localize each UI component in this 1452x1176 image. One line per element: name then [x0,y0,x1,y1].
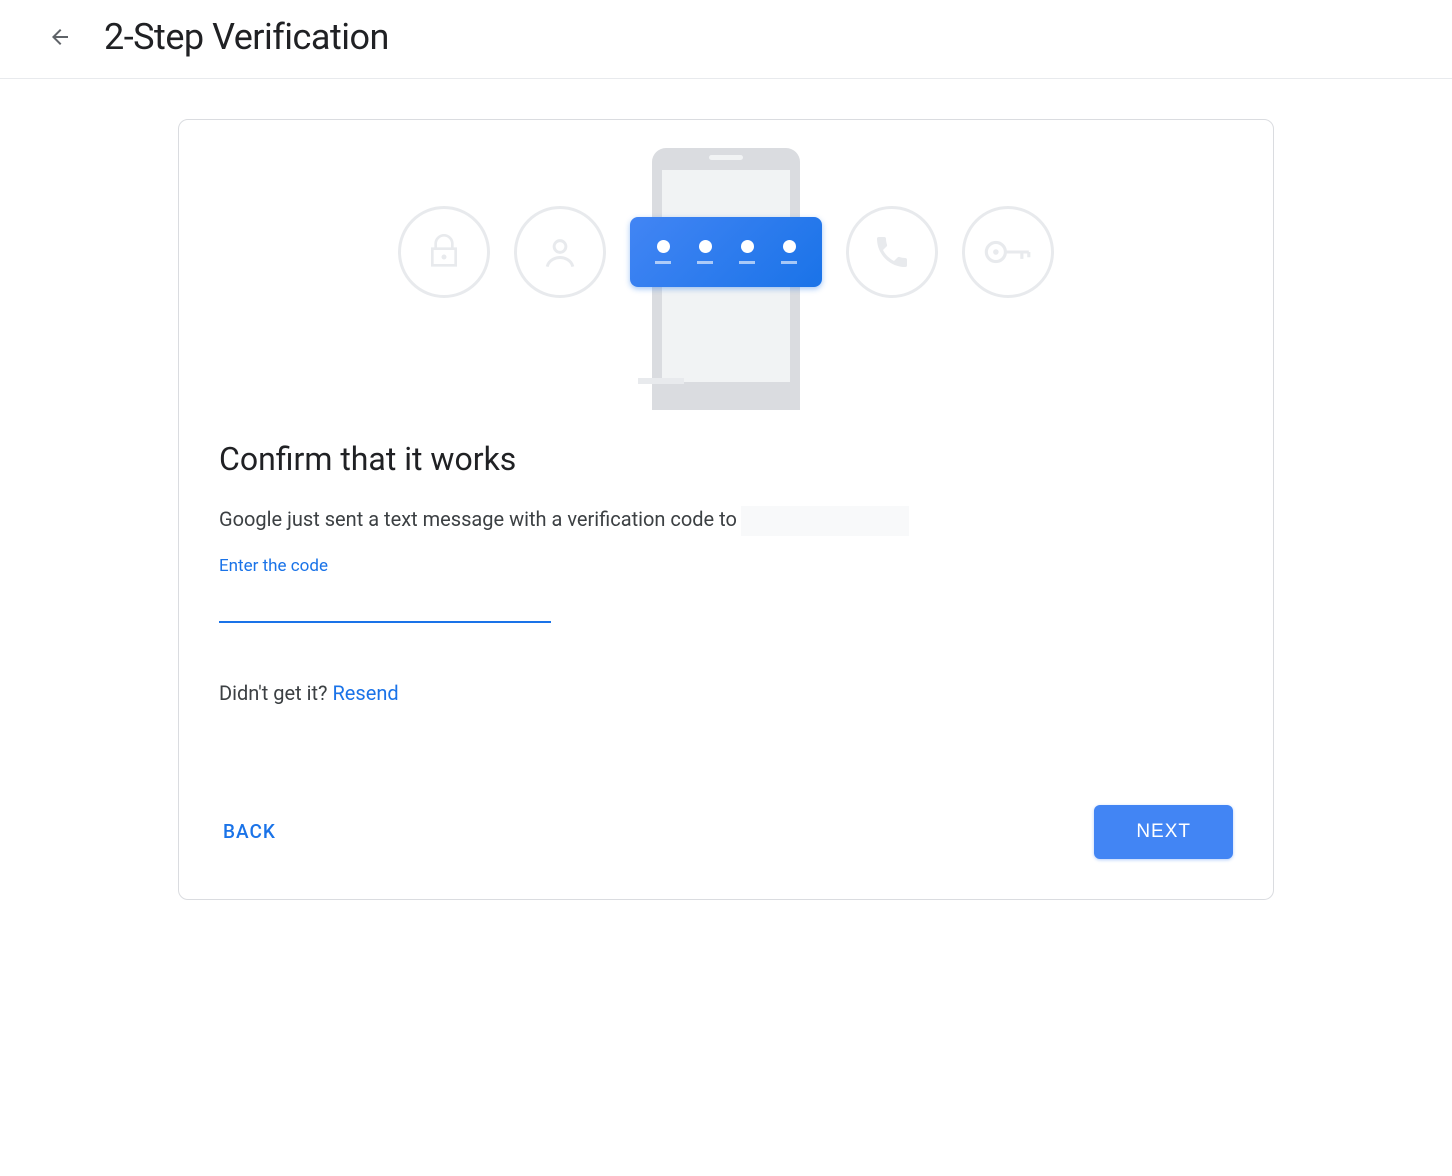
card-heading: Confirm that it works [219,440,1233,478]
page-header: 2-Step Verification [0,0,1452,79]
page-title: 2-Step Verification [104,16,389,58]
resend-row: Didn't get it? Resend [219,681,1233,705]
code-input[interactable] [219,582,551,623]
lock-icon [398,206,490,298]
key-icon [962,206,1054,298]
code-badge [630,217,822,287]
icons-row [398,206,1054,298]
illustration [179,120,1273,410]
next-button[interactable]: NEXT [1094,805,1233,859]
back-button[interactable]: BACK [219,810,280,853]
code-field-label: Enter the code [219,556,1233,576]
back-arrow-icon[interactable] [48,25,72,49]
card-content: Confirm that it works Google just sent a… [179,410,1273,859]
resend-link[interactable]: Resend [332,681,398,705]
description-text: Google just sent a text message with a v… [219,507,737,531]
actions-row: BACK NEXT [219,805,1233,859]
resend-prompt: Didn't get it? [219,681,332,705]
person-icon [514,206,606,298]
phone-icon [846,206,938,298]
verification-card: Confirm that it works Google just sent a… [178,119,1274,900]
card-description: Google just sent a text message with a v… [219,504,1233,536]
redacted-phone [741,506,909,536]
